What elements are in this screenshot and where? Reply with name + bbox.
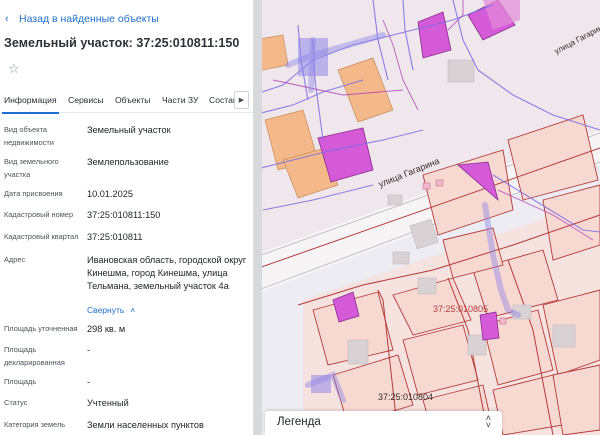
detail-value: 298 кв. м	[87, 324, 126, 334]
detail-label: Статус	[4, 398, 28, 407]
detail-value: Учтенный	[87, 398, 129, 408]
back-to-results-link[interactable]: ‹ Назад в найденные объекты	[5, 13, 159, 25]
detail-value: Земельный участок	[87, 125, 171, 135]
detail-value: -	[87, 377, 91, 387]
detail-value: -	[87, 345, 91, 355]
collapse-label: Свернуть	[87, 305, 125, 315]
detail-label: Площадь уточненная	[4, 324, 78, 333]
detail-label: Площадь	[4, 377, 37, 386]
detail-label: Кадастровый квартал	[4, 232, 79, 241]
cadastral-map[interactable]: улица Гагарина улица Гагарина 37:25:0108…	[253, 0, 600, 435]
detail-label: Категория земель	[4, 420, 66, 429]
quarter-label: 37:25:010805	[433, 304, 489, 314]
tab-bar: Информация Сервисы Объекты Части ЗУ Сост…	[0, 87, 253, 114]
page-title: Земельный участок: 37:25:010811:150	[4, 36, 240, 50]
chevron-left-icon: ‹	[5, 13, 9, 25]
detail-label: Вид объекта недвижимости	[4, 125, 54, 147]
detail-label: Адрес	[4, 255, 26, 264]
tab-services[interactable]: Сервисы	[68, 95, 104, 105]
address-value: Ивановская область, городской округ Кине…	[87, 255, 247, 291]
detail-value: 37:25:010811:150	[87, 210, 161, 220]
detail-value: 37:25:010811	[87, 232, 143, 242]
tab-info[interactable]: Информация	[2, 95, 59, 114]
collapse-address-link[interactable]: Свернуть ˄	[87, 305, 135, 315]
back-link-label: Назад в найденные объекты	[19, 13, 159, 25]
object-info-panel: ‹ Назад в найденные объекты Земельный уч…	[0, 0, 253, 435]
detail-label: Площадь декларированная	[4, 345, 65, 367]
detail-label: Вид земельного участка	[4, 157, 59, 179]
quarter-label: 37:25:010804	[378, 392, 434, 402]
map-canvas[interactable]	[253, 0, 600, 435]
tab-objects[interactable]: Объекты	[115, 95, 150, 105]
chevron-up-icon: ˄	[130, 305, 136, 315]
legend-label: Легенда	[277, 416, 321, 428]
detail-value: 10.01.2025	[87, 189, 133, 199]
detail-value: Землепользование	[87, 157, 169, 167]
detail-value: Земли населенных пунктов	[87, 420, 204, 430]
detail-label: Кадастровый номер	[4, 210, 74, 219]
panel-resize-handle[interactable]	[253, 0, 262, 435]
tab-parts[interactable]: Части ЗУ	[162, 95, 198, 105]
tabs-scroll-right-icon[interactable]: ▶	[234, 91, 249, 109]
chevron-updown-icon: ˄ ˅	[485, 413, 491, 430]
legend-dropdown[interactable]: Легенда ˄ ˅	[265, 411, 502, 435]
detail-label: Дата присвоения	[4, 189, 63, 198]
favorite-star-icon[interactable]: ☆	[4, 59, 24, 79]
